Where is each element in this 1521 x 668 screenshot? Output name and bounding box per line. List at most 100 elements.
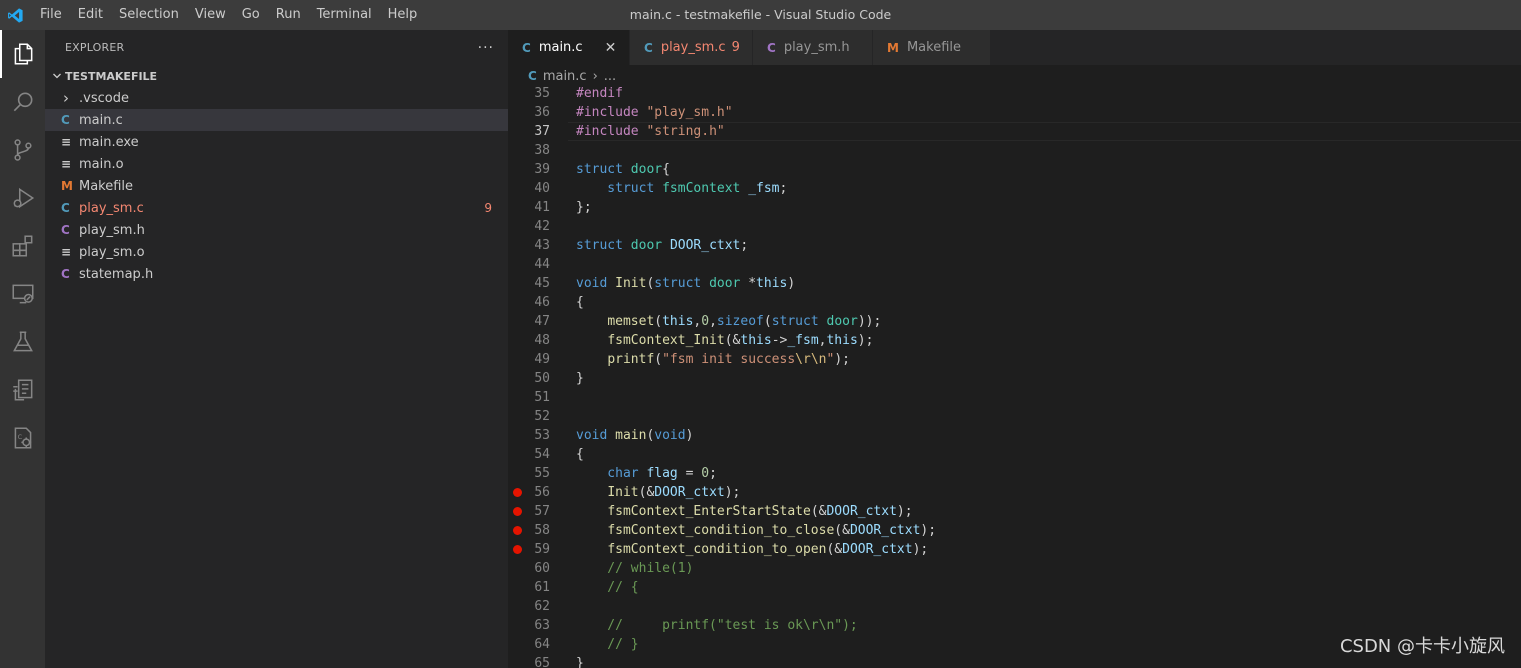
c-file-icon: C bbox=[528, 69, 537, 83]
deploy-icon[interactable] bbox=[0, 366, 45, 414]
line-number: 58 bbox=[534, 523, 550, 538]
code-line[interactable]: 53 void main(void) bbox=[508, 426, 1521, 445]
code-line[interactable]: 56 Init(&DOOR_ctxt); bbox=[508, 483, 1521, 502]
code-line[interactable]: 48 fsmContext_Init(&this->_fsm,this); bbox=[508, 331, 1521, 350]
tab-play-sm-c[interactable]: Cplay_sm.c 9 bbox=[630, 30, 753, 65]
menu-help[interactable]: Help bbox=[380, 0, 426, 30]
code-line[interactable]: 46 { bbox=[508, 293, 1521, 312]
code-token: ); bbox=[912, 542, 929, 557]
tree-item-label: play_sm.c bbox=[79, 200, 144, 216]
tree-item-makefile[interactable]: M Makefile bbox=[45, 175, 508, 197]
close-icon[interactable]: ✕ bbox=[605, 40, 617, 56]
code-token: ); bbox=[724, 485, 741, 500]
line-number: 48 bbox=[534, 333, 550, 348]
menu-selection[interactable]: Selection bbox=[111, 0, 187, 30]
tree-item-main-o[interactable]: ≡ main.o bbox=[45, 153, 508, 175]
code-token: ); bbox=[857, 333, 874, 348]
tab-makefile[interactable]: M Makefile bbox=[873, 30, 991, 65]
line-number: 40 bbox=[534, 181, 550, 196]
code-line[interactable]: 44 bbox=[508, 255, 1521, 274]
code-token: } bbox=[576, 656, 584, 668]
code-line[interactable]: 42 bbox=[508, 217, 1521, 236]
code-line[interactable]: 55 char flag = 0; bbox=[508, 464, 1521, 483]
c-file-icon: C bbox=[61, 113, 70, 127]
code-token: ); bbox=[834, 352, 850, 367]
code-line[interactable]: 58 fsmContext_condition_to_close(&DOOR_c… bbox=[508, 521, 1521, 540]
code-line[interactable]: 61 // { bbox=[508, 578, 1521, 597]
tab-main-c[interactable]: Cmain.c ✕ bbox=[508, 30, 630, 65]
menu-edit[interactable]: Edit bbox=[70, 0, 111, 30]
tab-play-sm-h[interactable]: Cplay_sm.h bbox=[753, 30, 873, 65]
code-line[interactable]: 35 #endif bbox=[508, 87, 1521, 103]
code-line[interactable]: 40 struct fsmContext _fsm; bbox=[508, 179, 1521, 198]
tree-item-play-sm-h[interactable]: Cplay_sm.h bbox=[45, 219, 508, 241]
extensions-icon[interactable] bbox=[0, 222, 45, 270]
code-line[interactable]: 59 fsmContext_condition_to_open(&DOOR_ct… bbox=[508, 540, 1521, 559]
tree-item-vscode[interactable]: › .vscode bbox=[45, 87, 508, 109]
line-number: 55 bbox=[534, 466, 550, 481]
menu-terminal[interactable]: Terminal bbox=[309, 0, 380, 30]
code-line[interactable]: 52 bbox=[508, 407, 1521, 426]
c-file-icon: C bbox=[61, 201, 70, 215]
line-number: 52 bbox=[534, 409, 550, 424]
code-token: "string.h" bbox=[646, 124, 725, 139]
run-debug-icon[interactable] bbox=[0, 174, 45, 222]
tree-item-statemap-h[interactable]: Cstatemap.h bbox=[45, 263, 508, 285]
code-line[interactable]: 62 bbox=[508, 597, 1521, 616]
menu-run[interactable]: Run bbox=[268, 0, 309, 30]
code-line[interactable]: 49 printf("fsm init success\r\n"); bbox=[508, 350, 1521, 369]
breadcrumb-symbol[interactable]: ... bbox=[604, 69, 616, 84]
code-line[interactable]: 36 #include "play_sm.h" bbox=[508, 103, 1521, 122]
testing-icon[interactable] bbox=[0, 318, 45, 366]
remote-explorer-icon[interactable] bbox=[0, 270, 45, 318]
code-token: "fsm init success bbox=[662, 352, 796, 367]
search-icon[interactable] bbox=[0, 78, 45, 126]
code-line[interactable]: 60 // while(1) bbox=[508, 559, 1521, 578]
menu-file[interactable]: File bbox=[30, 0, 70, 30]
code-token: (& bbox=[834, 523, 850, 538]
tree-item-main-c[interactable]: Cmain.c bbox=[45, 109, 508, 131]
code-line[interactable]: 43 struct door DOOR_ctxt; bbox=[508, 236, 1521, 255]
tab-label: play_sm.h bbox=[783, 40, 850, 55]
breadcrumb-file[interactable]: main.c bbox=[543, 69, 587, 84]
workspace-folder[interactable]: TESTMAKEFILE bbox=[45, 65, 508, 87]
files-icon[interactable] bbox=[0, 30, 45, 78]
code-line[interactable]: 51 bbox=[508, 388, 1521, 407]
code-line[interactable]: 45 void Init(struct door *this) bbox=[508, 274, 1521, 293]
code-text: { bbox=[576, 293, 584, 312]
code-line[interactable]: 39 struct door{ bbox=[508, 160, 1521, 179]
tree-item-play-sm-c[interactable]: Cplay_sm.c 9 bbox=[45, 197, 508, 219]
more-actions-icon[interactable]: ··· bbox=[478, 40, 494, 56]
code-token: (& bbox=[724, 333, 741, 348]
code-line[interactable]: 54 { bbox=[508, 445, 1521, 464]
code-line[interactable]: 57 fsmContext_EnterStartState(&DOOR_ctxt… bbox=[508, 502, 1521, 521]
code-text: fsmContext_Init(&this->_fsm,this); bbox=[576, 331, 873, 350]
code-text: fsmContext_condition_to_open(&DOOR_ctxt)… bbox=[576, 540, 928, 559]
c-file-icon: C bbox=[644, 40, 653, 55]
code-token: -> bbox=[771, 333, 788, 348]
code-line[interactable]: 41}; bbox=[508, 198, 1521, 217]
line-number: 38 bbox=[534, 143, 550, 158]
tree-item-label: .vscode bbox=[79, 90, 129, 106]
code-editor[interactable]: 35 #endif 36 #include "play_sm.h" 37 #include… bbox=[508, 87, 1521, 668]
code-token: ; bbox=[709, 466, 717, 481]
menu-view[interactable]: View bbox=[187, 0, 234, 30]
code-line[interactable]: 37 #include "string.h" bbox=[508, 122, 1521, 141]
code-line[interactable]: 50} bbox=[508, 369, 1521, 388]
tree-item-label: Makefile bbox=[79, 178, 134, 194]
source-control-icon[interactable] bbox=[0, 126, 45, 174]
tree-item-label: main.exe bbox=[79, 134, 139, 150]
tree-item-main-exe[interactable]: ≡ main.exe bbox=[45, 131, 508, 153]
breadcrumb: C main.c › ... bbox=[508, 65, 1521, 87]
menu-go[interactable]: Go bbox=[234, 0, 268, 30]
code-line[interactable]: 38 bbox=[508, 141, 1521, 160]
code-token: struct bbox=[576, 181, 663, 196]
code-text: Init(&DOOR_ctxt); bbox=[576, 483, 740, 502]
tab-label: Makefile bbox=[906, 40, 961, 55]
tree-item-label: main.o bbox=[79, 156, 124, 172]
tree-item-play-sm-o[interactable]: ≡ play_sm.o bbox=[45, 241, 508, 263]
code-token: void bbox=[576, 428, 616, 443]
code-line[interactable]: 47 memset(this,0,sizeof(struct door)); bbox=[508, 312, 1521, 331]
settings-file-icon[interactable]: C bbox=[0, 414, 45, 462]
